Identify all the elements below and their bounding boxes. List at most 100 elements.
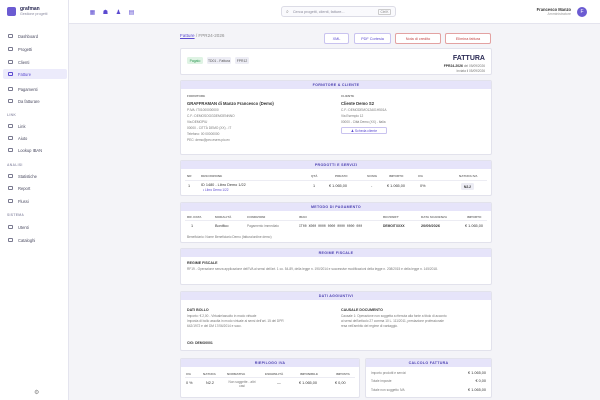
sidebar-item-flows[interactable]: Flussi <box>3 196 67 206</box>
causal-label: CAUSALE DOCUMENTO <box>341 308 383 312</box>
sidebar-item-label: Link <box>18 123 26 129</box>
cig-code: CIG: DEMO0001 <box>187 341 213 345</box>
sidebar-item-label: Utenti <box>18 224 29 230</box>
divider <box>185 377 355 378</box>
sidebar-item-clients[interactable]: Clienti <box>3 57 67 67</box>
col-header: IBAN <box>299 215 307 219</box>
sidebar-item-link[interactable]: Link <box>3 121 67 131</box>
breadcrumb-current: FPR24-2026 <box>198 33 225 38</box>
col-header: NORMATIVA <box>227 372 246 376</box>
fiscal-label: REGIME FISCALE <box>187 261 218 265</box>
total-label: Totale imposte <box>371 379 392 383</box>
stamp-line: Importo: € 2,00 - Virtuale/assolto in mo… <box>187 314 257 318</box>
cell-esig: — <box>277 381 281 385</box>
totals-card: CALCOLO FATTURA Importo prodotti e servi… <box>365 358 492 398</box>
user-icon <box>8 225 13 229</box>
breadcrumb-invoices-link[interactable]: Fatture <box>180 33 195 38</box>
divider <box>185 180 487 181</box>
total-label: Importo prodotti e servizi <box>371 371 406 375</box>
cell-amount: € 1.065,00 <box>387 184 405 188</box>
invoice-date: del 05/09/2026 <box>463 64 485 68</box>
supplier-line: P.IVA: IT01000000000 <box>187 108 219 112</box>
users-shortcut-icon[interactable]: ♟ <box>114 8 123 16</box>
invoices-shortcut-icon[interactable]: ▤ <box>127 8 136 16</box>
gear-icon[interactable]: ⚙ <box>34 389 39 396</box>
clients-shortcut-icon[interactable]: ☗ <box>101 8 110 16</box>
sidebar-item-label: Dashboard <box>18 33 39 39</box>
breadcrumb: Fatture / FPR24-2026 <box>180 33 224 38</box>
brand-subtitle: Gestione progetti <box>20 12 48 16</box>
col-header: RIF. RATA <box>187 215 202 219</box>
clipboard-icon <box>8 99 13 103</box>
client-label: CLIENTE <box>341 94 355 98</box>
xml-button[interactable]: XML <box>324 33 349 44</box>
projects-shortcut-icon[interactable]: ▦ <box>88 8 97 16</box>
supplier-line: PEC: demo@pec.esem.pio.ex <box>187 138 230 142</box>
avatar[interactable]: F <box>577 7 587 17</box>
cell-rif: 1 <box>191 224 194 228</box>
col-header: BIC/SWIFT <box>383 215 399 219</box>
total-value: € 1.065,00 <box>468 371 486 375</box>
client-line: 00000 - Città Demo (XX) - Italia <box>341 120 386 124</box>
sidebar-item-label: Cataloghi <box>18 237 36 243</box>
supplier-line: Via DEMOPIU <box>187 120 208 124</box>
sidebar-item-report[interactable]: Report <box>3 183 67 193</box>
status-badge: Pagato <box>187 57 203 64</box>
cell-base: € 1.065,00 <box>299 381 317 385</box>
search-input[interactable]: ⌕ Cerca progetti, clienti, fatture... Ct… <box>281 6 396 17</box>
col-header: DATA SCADENZA <box>421 215 448 219</box>
col-header: PREZZO <box>335 174 348 178</box>
client-line: Via Esempio 12 <box>341 114 364 118</box>
folder-icon <box>8 47 13 51</box>
pdf-courtesy-button[interactable]: PDF Cortesia <box>354 33 391 44</box>
section-title: REGIME FISCALE <box>181 249 491 257</box>
sidebar-item-to-invoice[interactable]: Da fatturare <box>3 96 67 106</box>
col-header: ESIGIBILITÀ <box>265 372 284 376</box>
sidebar-item-catalogs[interactable]: Cataloghi <box>3 235 67 245</box>
cell-price: € 1.065,00 <box>329 184 347 188</box>
sidebar-item-label: Aiuto <box>18 135 28 141</box>
search-placeholder: Cerca progetti, clienti, fatture... <box>292 9 345 14</box>
cell-amount: € 1.065,00 <box>465 224 483 228</box>
sidebar-section-title: ANALISI <box>7 163 23 167</box>
credit-note-button[interactable]: Nota di credito <box>395 33 441 44</box>
document-type-badge: TD01 - Fattura <box>207 57 231 64</box>
users-icon <box>8 60 13 64</box>
sidebar-item-projects[interactable]: Progetti <box>3 44 67 54</box>
payment-card: METODO DI PAGAMENTO RIF. RATA MODALITÀ C… <box>180 202 492 243</box>
client-card-button[interactable]: ♟ Scheda cliente <box>341 127 387 134</box>
cell-mode: Bonifico <box>215 224 229 228</box>
invoice-number-line: FPR24-2026 del 05/09/2026 <box>444 64 485 68</box>
delete-invoice-button[interactable]: Elimina fattura <box>445 33 491 44</box>
sidebar-item-stats[interactable]: Statistiche <box>3 171 67 181</box>
sidebar-item-iban[interactable]: Lookup IBAN <box>3 145 67 155</box>
col-header: NATURA IVA <box>459 174 478 178</box>
catalog-icon <box>8 238 13 242</box>
col-header: IMPORTO <box>467 215 482 219</box>
cell-tax: € 0,00 <box>335 381 346 385</box>
report-icon <box>8 186 13 190</box>
sidebar-item-invoices[interactable]: Fatture <box>3 69 67 79</box>
bank-icon <box>8 148 13 152</box>
col-header: QTÀ <box>311 174 318 178</box>
sidebar-item-label: Lookup IBAN <box>18 147 43 153</box>
products-card: PRODOTTI E SERVIZI NR DESCRIZIONE QTÀ PR… <box>180 160 492 196</box>
sidebar-item-label: Flussi <box>18 198 29 204</box>
cell-sub-text: Libro Demo 1/22 <box>205 188 229 192</box>
sidebar-item-label: Da fatturare <box>18 98 40 104</box>
search-shortcut: Ctrl K <box>378 8 391 15</box>
total-value: € 0,00 <box>475 379 486 383</box>
sidebar-item-users[interactable]: Utenti <box>3 222 67 232</box>
total-label: Totale non soggetto IVA <box>371 388 405 392</box>
sidebar-item-payments[interactable]: Pagamenti <box>3 84 67 94</box>
cell-nr: 1 <box>188 184 191 188</box>
col-header: IMPOSTA <box>336 372 350 376</box>
top-bar: ▦ ☗ ♟ ▤ ⌕ Cerca progetti, clienti, fattu… <box>69 0 600 24</box>
sidebar-item-dashboard[interactable]: Dashboard <box>3 31 67 41</box>
invoice-number: FPR24-2026 <box>443 64 463 68</box>
cell-sub: ▪ Libro Demo 1/22 <box>203 188 229 192</box>
sidebar-item-help[interactable]: Aiuto <box>3 133 67 143</box>
home-icon <box>8 34 13 38</box>
col-header: MODALITÀ <box>215 215 232 219</box>
stamp-line: 642/1972 e del DM 17/06/2014 e succ. <box>187 324 242 328</box>
